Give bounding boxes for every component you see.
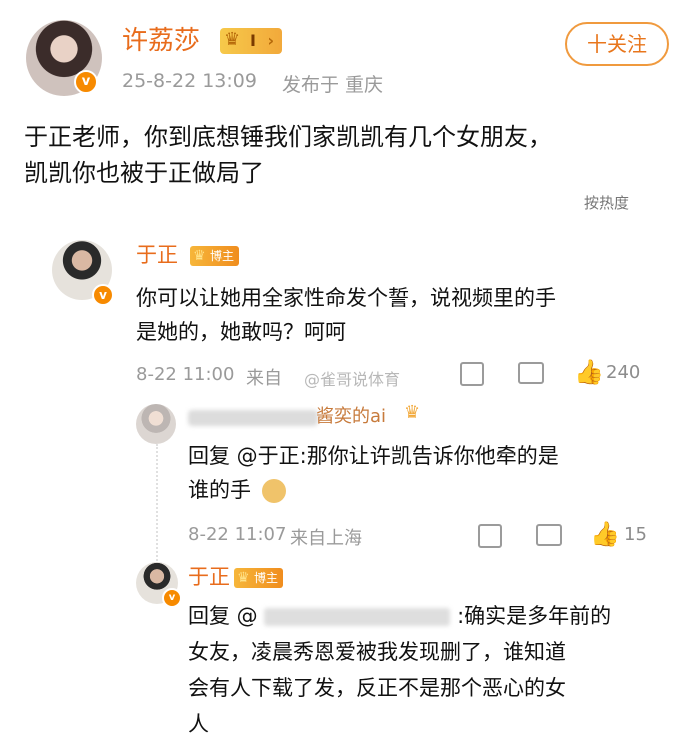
reply1-like-count: 15 [624,524,647,545]
comment-text-line-2: 是她的，她敢吗？呵呵 [136,320,346,344]
doge-emoji-icon [261,479,286,503]
reply2-prefix: 回复 @ [188,604,258,628]
chevron-right-icon: › [267,31,275,50]
comment-icon[interactable] [518,362,544,384]
reply2-text-line-3: 会有人下载了发，反正不是那个恶心的女 [188,676,566,700]
blogger-badge-label: 博主 [254,571,279,585]
post-timestamp: 25-8-22 13:09 [122,70,257,92]
sort-by-hot[interactable]: 按热度 [584,192,629,213]
comment-author-name[interactable]: 于正 [136,240,178,270]
reply1-text-line-1: 回复 @于正:那你让许凯告诉你他牵的是 [188,444,559,468]
redacted-name [188,410,318,426]
comment-text-line-1: 你可以让她用全家性命发个誓，说视频里的手 [136,286,556,310]
reply1-author-name[interactable]: 酱奕的ai [316,402,386,428]
verified-icon: v [92,284,114,306]
thread-line [156,444,158,564]
reply2-text-line-1-tail: :确实是多年前的 [457,604,612,628]
post-text-line-2: 凯凯你也被于正做局了 [24,159,264,187]
share-icon[interactable] [478,524,502,548]
follow-button[interactable]: 十关注 [565,22,669,66]
reply1-text-line-2-row: 谁的手 [188,474,286,506]
crown-icon: ♛ [237,570,250,586]
comment-like-count: 240 [606,362,641,383]
thumbs-up-icon[interactable]: 👍 [590,522,620,546]
verified-icon: v [74,70,98,94]
reply2-text-line-4: 人 [188,712,209,736]
level-badge-text: I [250,31,256,50]
post-author-name[interactable]: 许荔莎 [122,24,200,58]
blogger-badge: ♛ 博主 [234,568,284,588]
reply1-date: 8-22 11:07 [188,524,287,545]
reply1-location: 来自上海 [290,528,362,549]
post-text-line-1: 于正老师，你到底想锤我们家凯凯有几个女朋友， [24,123,552,151]
reply2-text-line-2: 女友，凌晨秀恩爱被我发现删了，谁知道 [188,640,566,664]
comment-location: 来自 [246,368,282,389]
comment-date: 8-22 11:00 [136,364,235,385]
share-icon[interactable] [460,362,484,386]
level-badge: ♛ I › [220,28,283,54]
crown-icon: ♛ [404,402,421,423]
reply1-author-avatar[interactable] [136,404,176,444]
reply2-text-line-1: 回复 @ :确实是多年前的 [188,600,611,632]
comment-icon[interactable] [536,524,562,546]
watermark: @雀哥说体育 [304,370,401,389]
verified-icon: v [162,588,182,608]
crown-icon: ♛ [224,29,241,50]
reply2-author-name[interactable]: 于正 [188,562,230,592]
blogger-badge: ♛ 博主 [190,246,240,266]
post-location: 发布于 重庆 [282,74,384,96]
reply1-text-line-2: 谁的手 [188,478,251,502]
crown-icon: ♛ [193,248,206,264]
thumbs-up-icon[interactable]: 👍 [574,360,604,384]
blogger-badge-label: 博主 [210,249,235,263]
redacted-mention [264,608,451,626]
